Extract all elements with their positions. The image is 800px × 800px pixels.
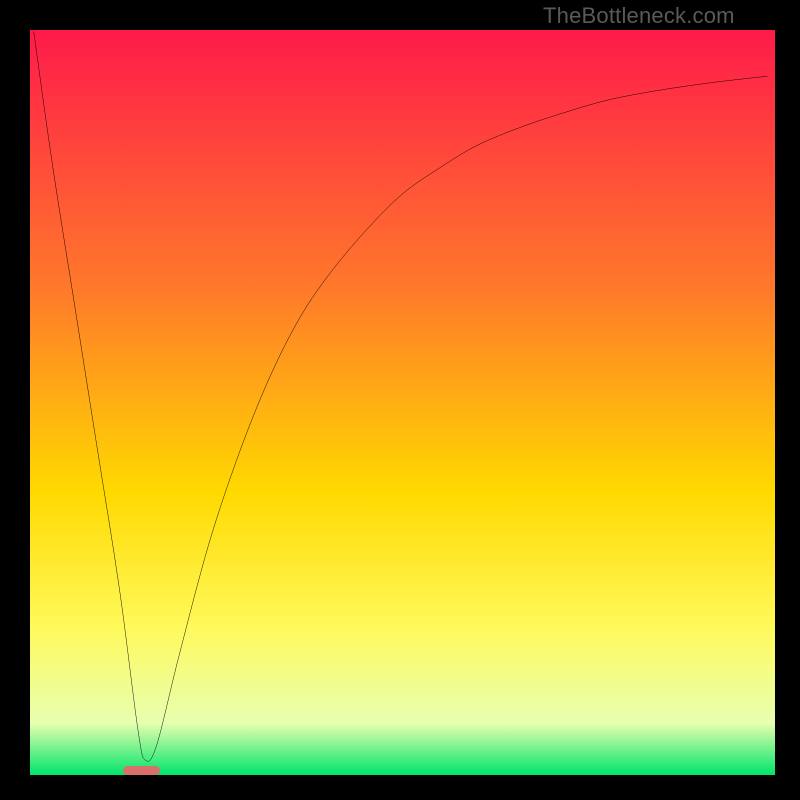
chart-container: TheBottleneck.com [0, 0, 800, 800]
optimum-marker [123, 766, 160, 776]
plot-area [30, 30, 775, 775]
watermark-text: TheBottleneck.com [543, 3, 735, 29]
gradient-background [30, 30, 775, 775]
